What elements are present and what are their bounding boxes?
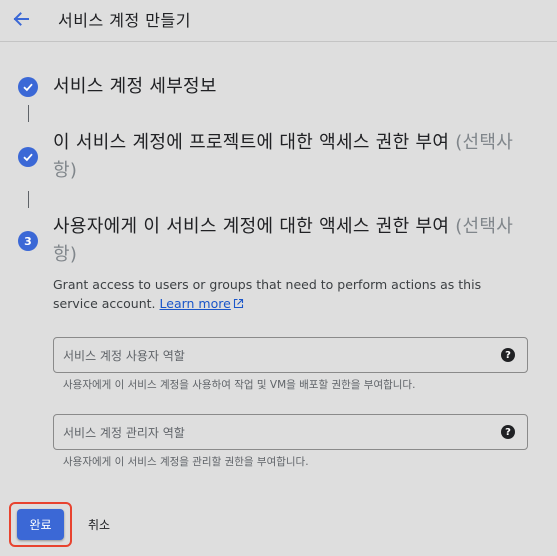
step-2-complete-icon bbox=[18, 147, 38, 167]
external-link-icon bbox=[233, 298, 243, 309]
step-2-title: 이 서비스 계정에 프로젝트에 대한 액세스 권한 부여 (선택사항) bbox=[53, 132, 514, 181]
help-icon[interactable]: ? bbox=[501, 348, 515, 362]
step-3-description: Grant access to users or groups that nee… bbox=[53, 277, 482, 311]
field-helper-text: 사용자에게 이 서비스 계정을 사용하여 작업 및 VM을 배포할 권한을 부여… bbox=[63, 379, 416, 391]
service-account-admin-role-input[interactable]: 서비스 계정 관리자 역할 ? bbox=[53, 414, 528, 450]
step-connector bbox=[28, 105, 29, 122]
step-3-title: 사용자에게 이 서비스 계정에 대한 액세스 권한 부여 (선택사항) bbox=[53, 216, 514, 265]
done-button[interactable]: 완료 bbox=[17, 509, 64, 540]
cancel-button[interactable]: 취소 bbox=[77, 509, 121, 540]
step-1-title: 서비스 계정 세부정보 bbox=[53, 76, 217, 97]
field-helper-text: 사용자에게 이 서비스 계정을 관리할 권한을 부여합니다. bbox=[63, 456, 309, 468]
page-header: 서비스 계정 만들기 bbox=[0, 0, 557, 42]
page-title: 서비스 계정 만들기 bbox=[58, 11, 191, 30]
step-3-number-icon: 3 bbox=[18, 231, 38, 251]
step-connector bbox=[28, 191, 29, 208]
check-icon bbox=[23, 153, 33, 162]
back-arrow-icon bbox=[13, 12, 29, 26]
field-label: 서비스 계정 사용자 역할 bbox=[63, 349, 185, 363]
back-button[interactable] bbox=[8, 6, 34, 32]
service-account-user-role-input[interactable]: 서비스 계정 사용자 역할 ? bbox=[53, 337, 528, 373]
learn-more-link[interactable]: Learn more bbox=[160, 296, 244, 311]
step-1-complete-icon bbox=[18, 77, 38, 97]
check-icon bbox=[23, 83, 33, 92]
help-icon[interactable]: ? bbox=[501, 425, 515, 439]
field-label: 서비스 계정 관리자 역할 bbox=[63, 426, 185, 440]
